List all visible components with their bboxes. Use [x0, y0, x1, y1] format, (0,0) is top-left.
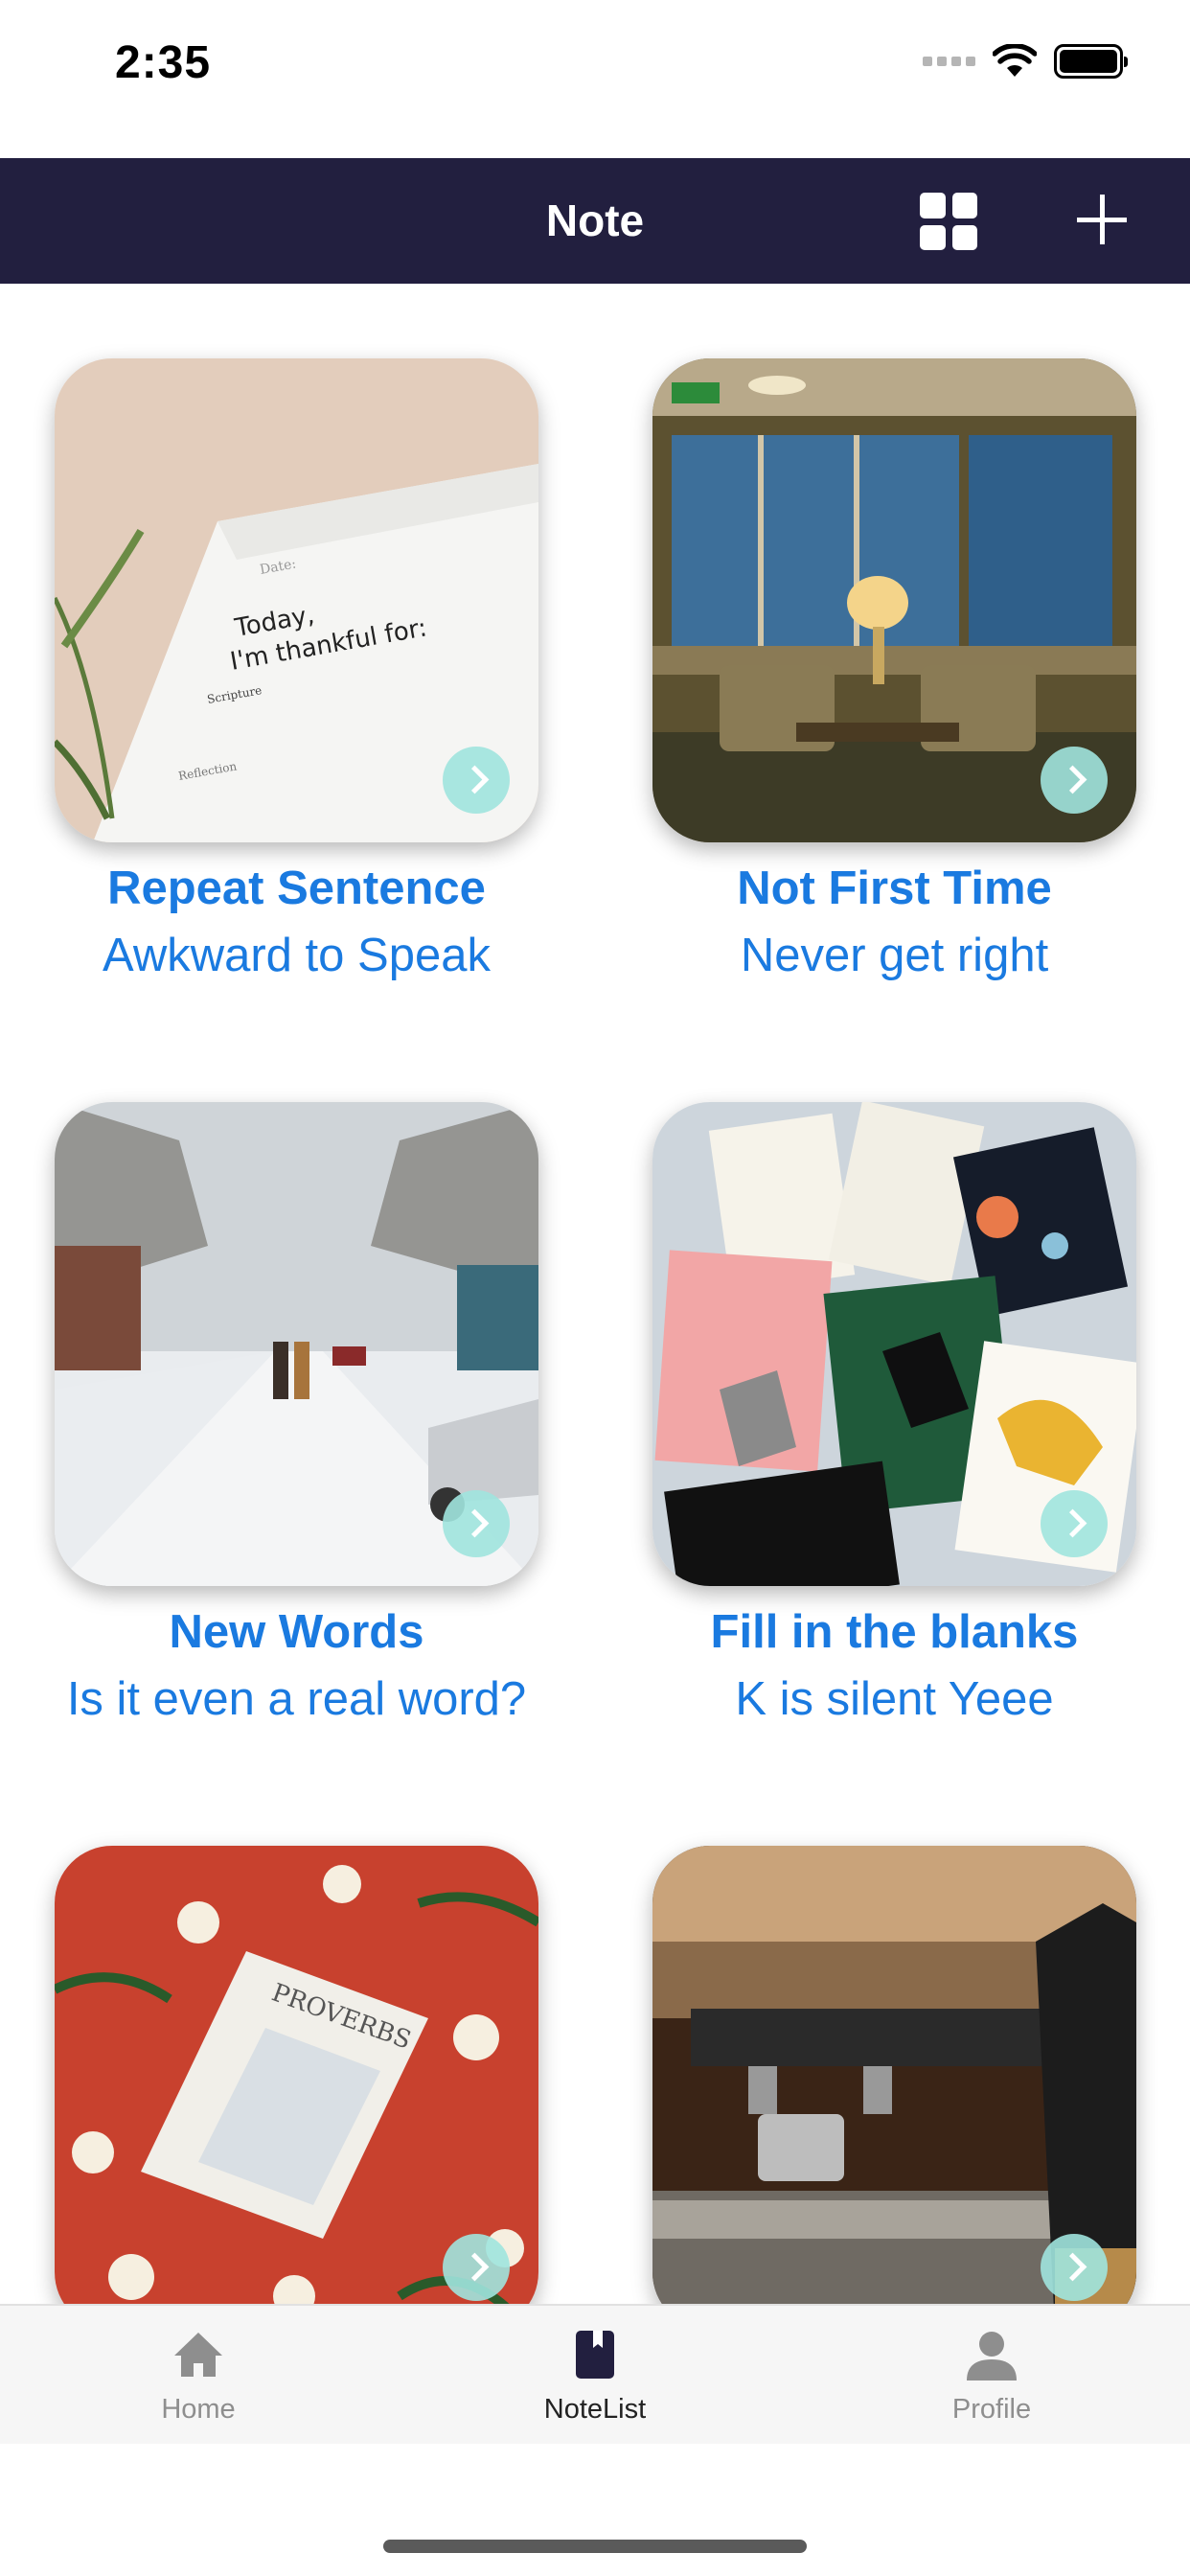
- tab-label: Profile: [951, 2394, 1032, 2425]
- card-title: Fill in the blanks: [710, 1606, 1079, 1658]
- tab-notelist[interactable]: NoteList: [397, 2306, 793, 2444]
- tab-label: NoteList: [543, 2394, 647, 2425]
- house-icon: [174, 2333, 222, 2377]
- tab-label: Home: [161, 2394, 236, 2425]
- proverbs-book-photo: PROVERBS: [55, 1846, 538, 2304]
- card-subtitle: Never get right: [740, 930, 1049, 981]
- grid-view-button[interactable]: [920, 193, 977, 250]
- notebook-photo: Date: Today, I'm thankful for: Scripture…: [55, 358, 538, 842]
- battery-icon: [1054, 44, 1128, 79]
- note-card[interactable]: New Words Is it even a real word?: [55, 1102, 538, 1726]
- tab-home[interactable]: Home: [0, 2306, 397, 2444]
- espresso-machine-photo: [652, 1846, 1136, 2304]
- snowy-street-photo: [55, 1102, 538, 1586]
- note-card[interactable]: Not First Time Never get right: [652, 358, 1136, 982]
- chevron-right-icon[interactable]: [1041, 747, 1108, 814]
- page-title: Note: [545, 196, 645, 245]
- chevron-right-icon[interactable]: [1041, 2234, 1108, 2301]
- chevron-right-icon[interactable]: [1041, 1490, 1108, 1557]
- book-icon: [576, 2331, 614, 2379]
- card-subtitle: Is it even a real word?: [66, 1673, 527, 1725]
- tab-profile[interactable]: Profile: [793, 2306, 1190, 2444]
- note-card[interactable]: Fill in the blanks K is silent Yeee: [652, 1102, 1136, 1726]
- home-indicator-area: [0, 2444, 1190, 2576]
- note-grid: Date: Today, I'm thankful for: Scripture…: [0, 284, 1190, 2304]
- nav-bar: Note: [0, 158, 1190, 284]
- note-card[interactable]: PROVERBS: [55, 1846, 538, 2304]
- chevron-right-icon[interactable]: [443, 747, 510, 814]
- status-bar: 2:35: [0, 0, 1190, 158]
- chevron-right-icon[interactable]: [443, 1490, 510, 1557]
- status-indicators: [923, 42, 1128, 80]
- add-note-button[interactable]: [1073, 191, 1131, 248]
- tab-bar: Home NoteList Profile: [0, 2304, 1190, 2444]
- status-time: 2:35: [115, 37, 212, 88]
- grid-icon: [920, 193, 946, 218]
- cellular-signal-icon: [923, 57, 975, 66]
- card-title: New Words: [169, 1606, 424, 1658]
- note-card[interactable]: [652, 1846, 1136, 2304]
- person-icon: [967, 2332, 1017, 2380]
- home-indicator[interactable]: [383, 2540, 807, 2553]
- card-title: Not First Time: [737, 862, 1052, 914]
- note-card[interactable]: Date: Today, I'm thankful for: Scripture…: [55, 358, 538, 982]
- card-title: Repeat Sentence: [107, 862, 486, 914]
- card-subtitle: K is silent Yeee: [735, 1673, 1054, 1725]
- card-subtitle: Awkward to Speak: [103, 930, 491, 981]
- chevron-right-icon[interactable]: [443, 2234, 510, 2301]
- wifi-icon: [993, 44, 1037, 77]
- greeting-cards-photo: [652, 1102, 1136, 1586]
- lobby-photo: [652, 358, 1136, 842]
